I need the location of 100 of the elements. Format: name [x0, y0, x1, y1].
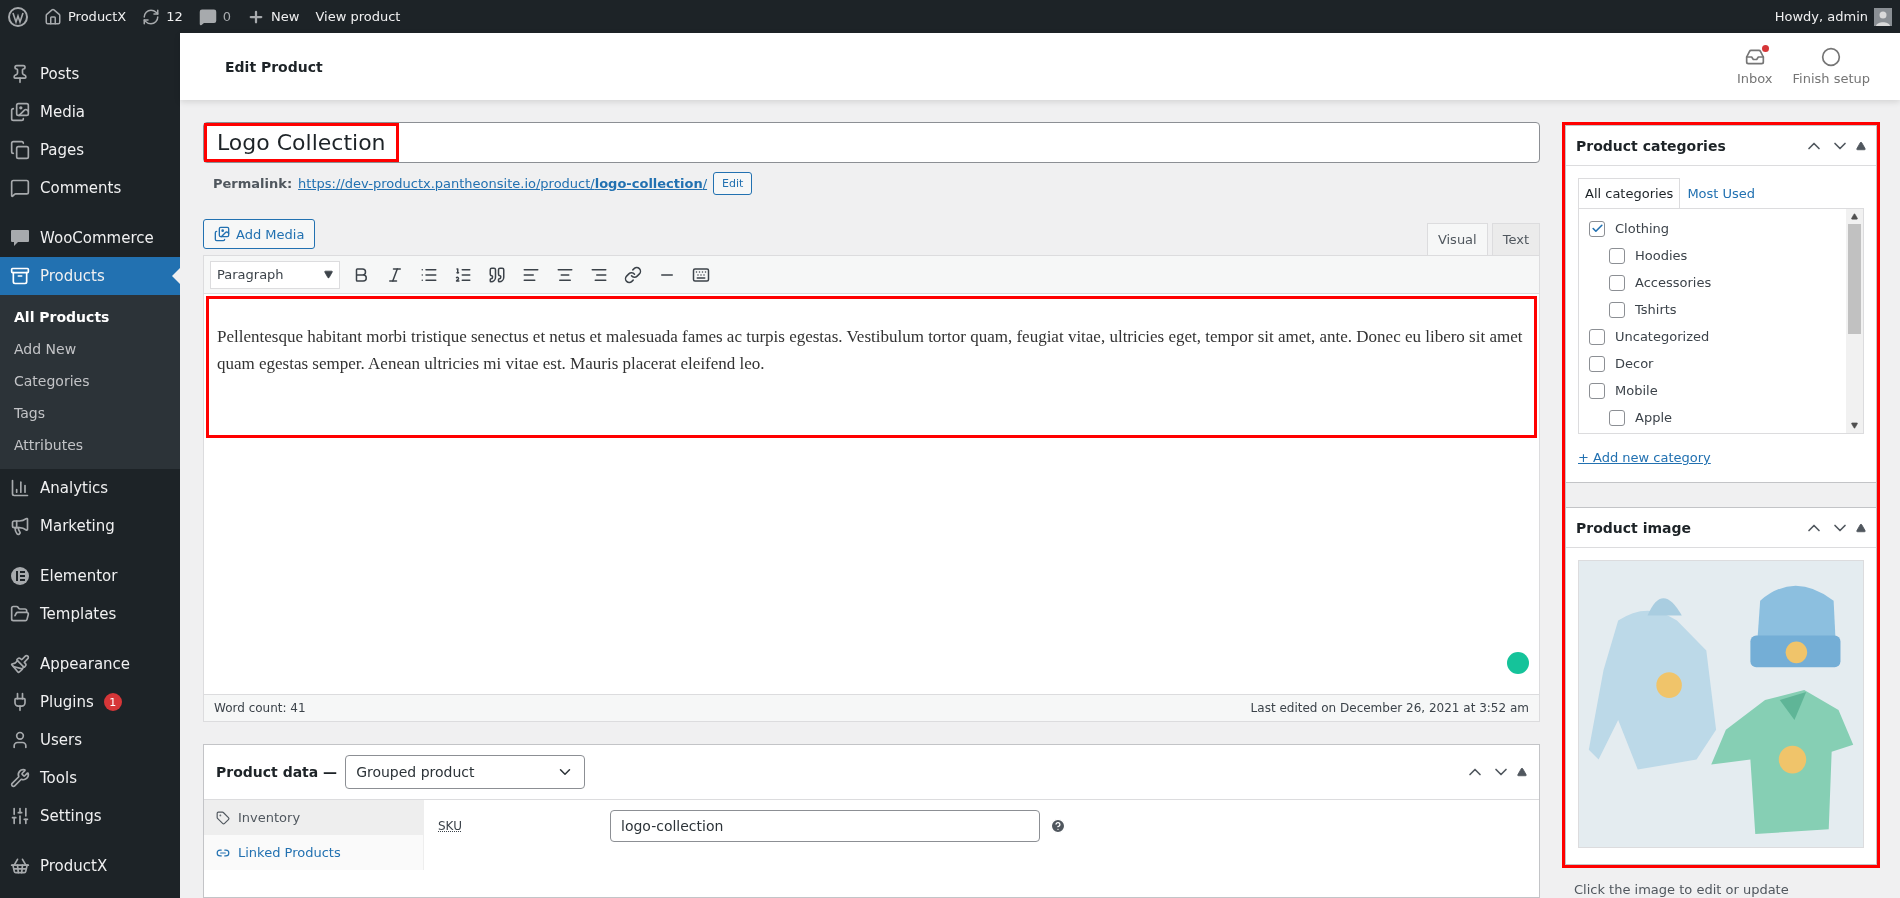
- comment-icon: [10, 178, 30, 198]
- category-tab[interactable]: All categories: [1578, 178, 1681, 208]
- dropdown-arrow-icon: [324, 270, 333, 279]
- product-type-select[interactable]: Grouped product: [345, 755, 586, 789]
- title-field[interactable]: Logo Collection: [203, 122, 1540, 163]
- sidebar-item[interactable]: Marketing: [0, 507, 180, 545]
- images-icon: [10, 102, 30, 122]
- submenu-item[interactable]: Categories: [0, 365, 180, 397]
- user-icon: [10, 730, 30, 750]
- category-checkbox[interactable]: [1609, 247, 1625, 264]
- category-checkbox[interactable]: [1609, 301, 1625, 318]
- wordpress-logo-icon[interactable]: [8, 6, 28, 27]
- category-checkbox[interactable]: [1609, 274, 1625, 291]
- category-label: Hoodies: [1635, 248, 1688, 263]
- sidebar-item[interactable]: Media: [0, 93, 180, 131]
- category-checkbox[interactable]: [1589, 382, 1605, 399]
- word-count: Word count: 41: [214, 701, 306, 715]
- editor-tab[interactable]: Visual: [1426, 223, 1488, 255]
- avatar-icon[interactable]: [1874, 7, 1892, 26]
- last-edited: Last edited on December 26, 2021 at 3:52 am: [1250, 701, 1529, 715]
- submenu-item[interactable]: Add New: [0, 333, 180, 365]
- edit-button[interactable]: Edit: [713, 172, 753, 195]
- sidebar-item[interactable]: Products: [0, 257, 180, 295]
- scroll-down-icon[interactable]: [1851, 422, 1858, 429]
- add-media-button[interactable]: Add Media: [203, 219, 316, 249]
- sidebar-item[interactable]: Comments: [0, 169, 180, 207]
- category-label: Apple: [1635, 410, 1672, 425]
- help-icon[interactable]: [1050, 818, 1066, 834]
- pin-icon: [10, 64, 30, 84]
- pages-icon: [10, 140, 30, 160]
- home-icon[interactable]: [44, 7, 62, 26]
- site-name-link[interactable]: ProductX: [68, 9, 127, 24]
- box-title: Product image: [1576, 519, 1691, 536]
- panel-tab[interactable]: Linked Products: [204, 835, 423, 870]
- collapse-icon[interactable]: [1856, 522, 1866, 533]
- header-action[interactable]: Finish setup: [1782, 47, 1880, 86]
- format-select[interactable]: Paragraph: [210, 260, 340, 289]
- comments-count[interactable]: 0: [222, 9, 232, 24]
- editor-text[interactable]: Pellentesque habitant morbi tristique senectus et netus et malesuada fames ac turpis egestas. Vestibulum tortor quam, feugiat vitae, ultricies eget, tempor sit amet, ante. Donec eu libero sit amet quam egestas semper. Aenean ultricies mi vitae est. Mauris placerat eleifend leo.: [217, 323, 1526, 378]
- brush-icon: [10, 654, 30, 674]
- scroll-up-icon[interactable]: [1851, 213, 1858, 220]
- count-badge: 1: [103, 693, 122, 711]
- updates-icon[interactable]: [142, 7, 161, 26]
- archive-icon: [10, 266, 30, 286]
- view-product-link[interactable]: View product: [315, 9, 401, 24]
- sidebar-item[interactable]: Settings: [0, 797, 180, 835]
- category-label: Tshirts: [1635, 302, 1677, 317]
- submenu-item[interactable]: Attributes: [0, 429, 180, 461]
- sidebar-item[interactable]: Appearance: [0, 645, 180, 683]
- submenu-item[interactable]: All Products: [0, 301, 180, 333]
- category-checkbox[interactable]: [1589, 355, 1605, 372]
- basket-icon: [10, 856, 30, 876]
- panel-tab[interactable]: Inventory: [204, 800, 423, 835]
- circle-icon[interactable]: [1821, 47, 1842, 67]
- updates-count[interactable]: 12: [166, 9, 183, 24]
- speech-bubble-icon: [10, 229, 30, 247]
- sidebar-item[interactable]: Tools: [0, 759, 180, 797]
- permalink-label: Permalink:: [213, 176, 293, 191]
- sliders-icon: [10, 806, 30, 826]
- inbox-icon[interactable]: [1744, 47, 1765, 67]
- greeting-link[interactable]: Howdy, admin: [1774, 9, 1868, 24]
- category-checkbox[interactable]: [1589, 220, 1605, 237]
- editor-tab[interactable]: Text: [1491, 223, 1540, 255]
- sidebar-item[interactable]: Plugins 1: [0, 683, 180, 721]
- category-label: Mobile: [1615, 383, 1658, 398]
- tag-icon: [216, 810, 230, 825]
- permalink-link[interactable]: https://dev-productx.pantheonsite.io/product/logo-collection/: [298, 176, 708, 191]
- category-label: Clothing: [1615, 221, 1670, 236]
- header-action[interactable]: Inbox: [1726, 47, 1783, 86]
- add-category-link[interactable]: + Add new category: [1578, 450, 1711, 465]
- comment-icon[interactable]: [198, 7, 217, 26]
- sidebar-item[interactable]: Templates: [0, 595, 180, 633]
- collapse-icon[interactable]: [1856, 140, 1866, 151]
- image-caption: Click the image to edit or update: [1574, 882, 1790, 897]
- submenu-item[interactable]: Tags: [0, 397, 180, 429]
- category-label: Accessories: [1635, 275, 1712, 290]
- sidebar-item[interactable]: Analytics: [0, 469, 180, 507]
- field-label: SKU: [438, 819, 463, 833]
- collapse-icon[interactable]: [1517, 767, 1527, 777]
- megaphone-icon: [10, 516, 30, 536]
- category-checkbox[interactable]: [1589, 328, 1605, 345]
- new-link[interactable]: New: [271, 9, 300, 24]
- folder-icon: [10, 604, 30, 624]
- category-label: Decor: [1615, 356, 1654, 371]
- sidebar-item[interactable]: Pages: [0, 131, 180, 169]
- page-title: Edit Product: [225, 58, 323, 75]
- sidebar-item[interactable]: Posts: [0, 55, 180, 93]
- sidebar-item[interactable]: ProductX: [0, 847, 180, 885]
- wrench-icon: [10, 768, 30, 788]
- sidebar-item[interactable]: Users: [0, 721, 180, 759]
- sidebar-item[interactable]: Elementor: [0, 557, 180, 595]
- box-title: Product categories: [1576, 137, 1726, 154]
- panel-title: Product data —: [216, 764, 338, 780]
- media-icon: [214, 226, 230, 242]
- circle-icon: [10, 566, 30, 586]
- category-checkbox[interactable]: [1609, 409, 1625, 426]
- sku-field[interactable]: logo-collection: [610, 810, 1040, 842]
- sidebar-item[interactable]: WooCommerce: [0, 219, 180, 257]
- scrollbar[interactable]: [1846, 209, 1863, 433]
- bar-chart-icon: [10, 478, 30, 498]
